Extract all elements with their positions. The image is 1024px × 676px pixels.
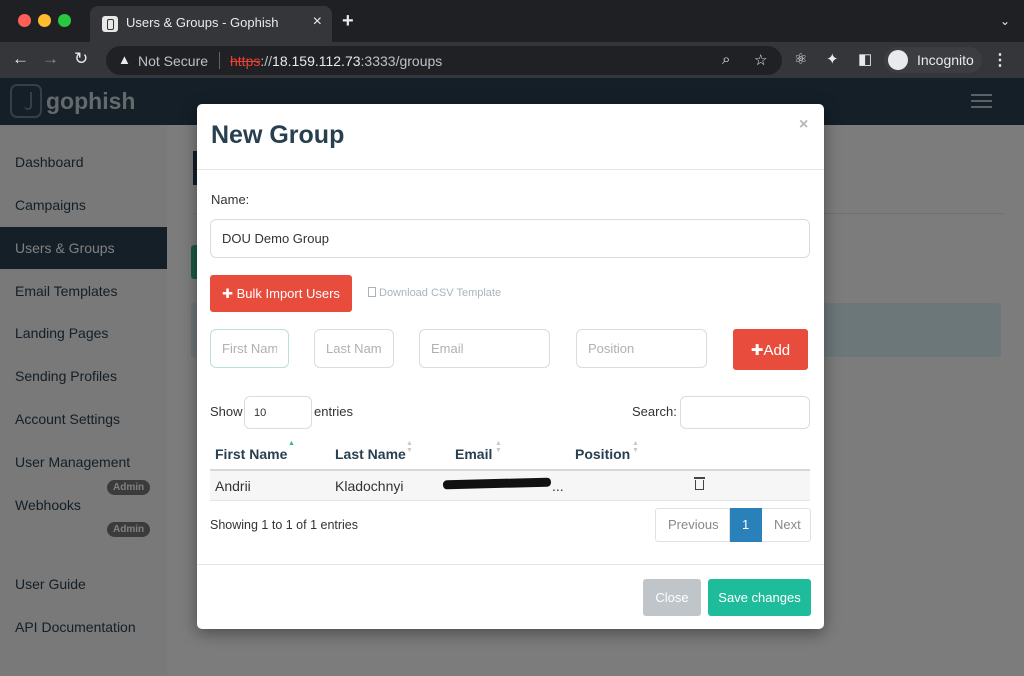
back-arrow-icon[interactable]: ← <box>12 49 29 69</box>
sort-ascending-icon[interactable]: ▲ <box>288 440 295 447</box>
new-group-modal: New Group × Name: ✚ Bulk Import Users Do… <box>197 104 824 629</box>
modal-footer-divider <box>197 564 824 565</box>
group-name-input[interactable] <box>210 219 810 258</box>
table-info: Showing 1 to 1 of 1 entries <box>210 518 359 532</box>
first-name-input[interactable] <box>210 329 289 368</box>
add-user-label: Add <box>763 341 791 359</box>
gophish-favicon-icon <box>102 16 118 32</box>
browser-tab[interactable]: Users & Groups - Gophish × <box>90 6 332 42</box>
url-path: :3333/groups <box>360 53 443 69</box>
redacted-email-mark <box>442 477 552 490</box>
page-length-select[interactable] <box>244 396 312 429</box>
url-protocol-separator: :// <box>260 53 273 69</box>
cell-email: ... <box>552 478 564 494</box>
tab-title: Users & Groups - Gophish <box>126 15 279 30</box>
position-input[interactable] <box>576 329 707 368</box>
search-label: Search: <box>632 404 677 419</box>
close-button[interactable]: Close <box>643 579 701 616</box>
extensions-puzzle-icon[interactable]: ✦ <box>826 50 839 68</box>
add-user-button[interactable]: ✚Add <box>733 329 808 370</box>
url-host: 18.159.112.73 <box>272 53 361 69</box>
modal-close-icon[interactable]: × <box>799 116 808 134</box>
tab-close-icon[interactable]: × <box>313 13 322 31</box>
incognito-profile-button[interactable]: Incognito <box>884 47 982 73</box>
download-csv-template-label: Download CSV Template <box>379 287 502 299</box>
page: gophish Dashboard Campaigns Users & Grou… <box>0 78 1024 676</box>
bulk-import-users-button[interactable]: ✚ Bulk Import Users <box>210 275 352 312</box>
modal-title: New Group <box>211 121 345 149</box>
pagination-next[interactable]: Next <box>762 508 811 542</box>
plus-icon: ✚ <box>222 285 233 301</box>
entries-label: entries <box>314 404 354 419</box>
window-minimize-button[interactable] <box>38 14 51 27</box>
url-protocol: https <box>230 53 261 69</box>
cell-last-name: Kladochnyi <box>335 478 404 494</box>
window-close-button[interactable] <box>18 14 31 27</box>
warning-triangle-icon: ▲ <box>118 52 131 67</box>
table-row: Andrii Kladochnyi ... <box>210 471 810 501</box>
show-label: Show <box>210 404 243 419</box>
sort-icon[interactable]: ▲ ▼ <box>632 440 639 454</box>
security-label[interactable]: Not Secure <box>138 53 208 69</box>
column-header-first-name[interactable]: First Name <box>215 446 287 462</box>
browser-menu-icon[interactable]: ⋮ <box>992 50 1008 70</box>
pagination-page-1[interactable]: 1 <box>730 508 762 542</box>
download-csv-template-link[interactable]: Download CSV Template <box>368 287 501 299</box>
cell-first-name: Andrii <box>215 478 251 494</box>
incognito-icon <box>888 50 908 70</box>
reload-icon[interactable]: ↻ <box>74 49 88 69</box>
group-name-label: Name: <box>211 192 250 207</box>
modal-header-divider <box>197 169 824 170</box>
pagination-previous[interactable]: Previous <box>655 508 730 542</box>
sort-icon[interactable]: ▲ ▼ <box>406 440 413 454</box>
file-icon <box>368 287 376 297</box>
sort-icon[interactable]: ▲ ▼ <box>495 440 502 454</box>
column-header-email[interactable]: Email <box>455 446 492 462</box>
window-zoom-button[interactable] <box>58 14 71 27</box>
column-header-position[interactable]: Position <box>575 446 630 462</box>
pagination: Previous 1 Next <box>655 508 811 542</box>
plus-icon: ✚ <box>750 341 764 359</box>
bulk-import-users-label: Bulk Import Users <box>236 285 340 301</box>
tab-search-icon[interactable]: ⌄ <box>1000 14 1010 28</box>
last-name-input[interactable] <box>314 329 394 368</box>
url-text[interactable]: https://18.159.112.73:3333/groups <box>230 53 442 69</box>
save-changes-button[interactable]: Save changes <box>708 579 811 616</box>
column-header-last-name[interactable]: Last Name <box>335 446 406 462</box>
new-tab-button[interactable]: + <box>342 10 354 33</box>
trash-icon[interactable] <box>694 477 705 490</box>
bookmark-star-icon[interactable]: ☆ <box>754 51 767 69</box>
forward-arrow-icon[interactable]: → <box>42 49 59 69</box>
search-input[interactable] <box>680 396 810 429</box>
address-bar[interactable]: ▲ Not Secure https://18.159.112.73:3333/… <box>106 46 782 75</box>
address-divider <box>219 52 220 69</box>
zoom-search-icon[interactable]: ⌕ <box>722 51 730 68</box>
react-devtools-icon[interactable]: ⚛ <box>794 50 807 68</box>
browser-toolbar: ← → ↻ ▲ Not Secure https://18.159.112.73… <box>0 42 1024 78</box>
incognito-label: Incognito <box>917 52 974 68</box>
email-input[interactable] <box>419 329 550 368</box>
side-panel-icon[interactable]: ◧ <box>858 50 872 68</box>
browser-tab-bar: Users & Groups - Gophish × + ⌄ <box>0 0 1024 42</box>
